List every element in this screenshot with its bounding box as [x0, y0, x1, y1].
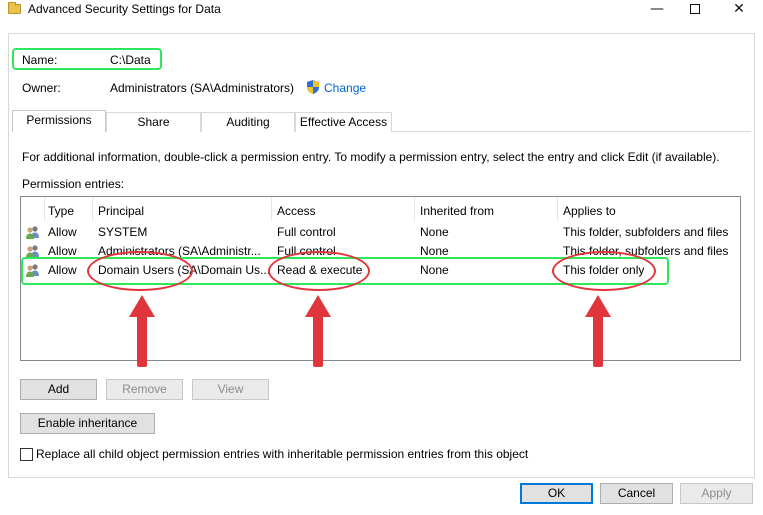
- applies-to-annotation-ellipse: [552, 251, 656, 291]
- row-access: Full control: [277, 225, 336, 239]
- owner-label: Owner:: [22, 81, 61, 95]
- apply-button[interactable]: Apply: [680, 483, 753, 504]
- principal-annotation-ellipse: [87, 251, 193, 291]
- annotation-arrow-icon: [129, 295, 155, 369]
- row-type: Allow: [48, 225, 77, 239]
- column-header-principal[interactable]: Principal: [98, 204, 144, 218]
- replace-child-entries-checkbox[interactable]: [20, 448, 33, 461]
- cancel-button[interactable]: Cancel: [600, 483, 673, 504]
- row-inherited-from: None: [420, 225, 449, 239]
- replace-child-entries-label[interactable]: Replace all child object permission entr…: [36, 447, 528, 461]
- owner-value: Administrators (SA\Administrators): [110, 81, 295, 95]
- permission-entries-label: Permission entries:: [22, 177, 125, 191]
- shield-icon: [307, 80, 319, 94]
- tab-share[interactable]: Share: [106, 112, 201, 132]
- window-title: Advanced Security Settings for Data: [28, 2, 221, 16]
- column-separator: [271, 197, 272, 221]
- column-header-type[interactable]: Type: [48, 204, 74, 218]
- column-header-applies-to[interactable]: Applies to: [563, 204, 616, 218]
- view-button[interactable]: View: [192, 379, 269, 400]
- tab-permissions[interactable]: Permissions: [12, 110, 106, 132]
- name-value: C:\Data: [110, 53, 151, 67]
- enable-inheritance-button[interactable]: Enable inheritance: [20, 413, 155, 434]
- column-separator: [557, 197, 558, 221]
- title-bar: Advanced Security Settings for Data — ✕: [0, 0, 763, 20]
- arrow-shaft: [593, 313, 603, 367]
- row-inherited-from: None: [420, 244, 449, 258]
- table-row[interactable]: Allow SYSTEM Full control None This fold…: [21, 223, 740, 242]
- tab-auditing[interactable]: Auditing: [201, 112, 295, 132]
- ok-button[interactable]: OK: [520, 483, 593, 504]
- close-button[interactable]: ✕: [722, 0, 756, 20]
- maximize-icon: [690, 4, 700, 14]
- arrow-shaft: [137, 313, 147, 367]
- row-type: Allow: [48, 244, 77, 258]
- info-text: For additional information, double-click…: [22, 150, 720, 164]
- access-annotation-ellipse: [268, 251, 370, 291]
- change-owner-link[interactable]: Change: [324, 81, 366, 95]
- annotation-arrow-icon: [585, 295, 611, 369]
- column-separator: [414, 197, 415, 221]
- minimize-button[interactable]: —: [640, 0, 674, 20]
- row-principal: SYSTEM: [98, 225, 148, 239]
- name-label: Name:: [22, 53, 58, 67]
- folder-icon: [8, 2, 21, 14]
- column-separator: [92, 197, 93, 221]
- arrow-shaft: [313, 313, 323, 367]
- row-applies-to: This folder, subfolders and files: [563, 225, 729, 239]
- maximize-button[interactable]: [678, 0, 712, 20]
- column-header-inherited-from[interactable]: Inherited from: [420, 204, 494, 218]
- column-header-access[interactable]: Access: [277, 204, 316, 218]
- users-icon: [26, 245, 39, 258]
- users-icon: [26, 226, 39, 239]
- annotation-arrow-icon: [305, 295, 331, 369]
- remove-button[interactable]: Remove: [106, 379, 183, 400]
- column-separator: [44, 197, 45, 221]
- tab-effective-access[interactable]: Effective Access: [295, 112, 392, 132]
- add-button[interactable]: Add: [20, 379, 97, 400]
